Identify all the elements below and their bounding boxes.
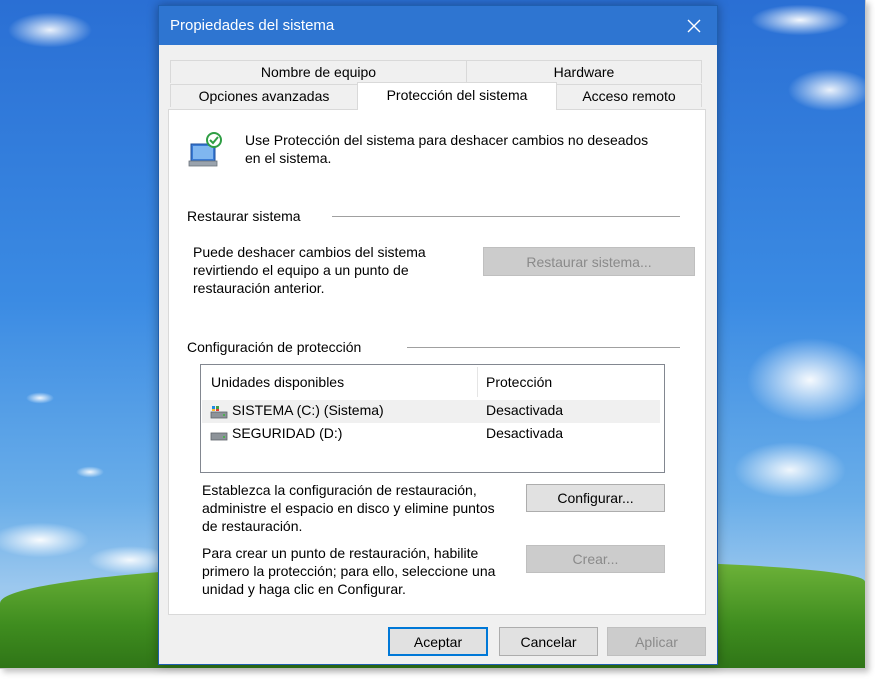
protection-section-heading: Configuración de protección: [187, 339, 362, 355]
button-label: Cancelar: [520, 633, 577, 650]
close-icon: [687, 19, 701, 32]
drive-row-system[interactable]: SISTEMA (C:) (Sistema) Desactivada: [202, 400, 660, 423]
restore-description: Puede deshacer cambios del sistema revir…: [193, 243, 426, 297]
column-header-drives[interactable]: Unidades disponibles: [211, 365, 344, 398]
button-label: Configurar...: [557, 490, 634, 506]
restore-section-heading: Restaurar sistema: [187, 208, 301, 224]
cancel-button[interactable]: Cancelar: [499, 627, 598, 656]
restore-desc-line: Puede deshacer cambios del sistema: [193, 244, 426, 260]
tab-label: Opciones avanzadas: [198, 88, 330, 104]
drive-name: SEGURIDAD (D:): [232, 425, 343, 441]
drives-list[interactable]: Unidades disponibles Protección SISTEMA …: [200, 364, 665, 473]
tab-label: Protección del sistema: [386, 86, 528, 103]
column-separator: [477, 367, 478, 397]
restore-section-divider: [332, 216, 680, 217]
restore-desc-line: revirtiendo el equipo a un punto de: [193, 262, 409, 278]
title-bar[interactable]: Propiedades del sistema: [159, 6, 717, 45]
button-label: Aplicar: [635, 633, 678, 650]
drive-name: SISTEMA (C:) (Sistema): [232, 402, 384, 418]
button-label: Aceptar: [413, 633, 463, 650]
restore-system-button[interactable]: Restaurar sistema...: [483, 247, 695, 276]
create-desc-line: Para crear un punto de restauración, hab…: [202, 545, 479, 561]
window-title: Propiedades del sistema: [170, 17, 335, 34]
configure-desc-line: Establezca la configuración de restaurac…: [202, 482, 477, 498]
create-description: Para crear un punto de restauración, hab…: [202, 544, 495, 598]
create-button[interactable]: Crear...: [526, 545, 665, 573]
system-drive-icon: [210, 406, 228, 419]
configure-desc-line: de restauración.: [202, 518, 303, 534]
intro-text: Use Protección del sistema para deshacer…: [245, 131, 648, 167]
tab-label: Nombre de equipo: [260, 64, 377, 80]
configure-button[interactable]: Configurar...: [526, 484, 665, 512]
configure-desc-line: administre el espacio en disco y elimine…: [202, 500, 495, 516]
close-button[interactable]: [671, 6, 717, 45]
restore-desc-line: restauración anterior.: [193, 280, 325, 296]
button-label: Crear...: [572, 551, 619, 567]
drive-protection-status: Desactivada: [486, 425, 564, 441]
tab-remote-access[interactable]: Acceso remoto: [556, 84, 702, 107]
tab-label: Hardware: [553, 64, 615, 80]
drive-icon: [210, 432, 228, 441]
apply-button[interactable]: Aplicar: [607, 627, 706, 656]
system-protection-icon: [188, 132, 222, 167]
column-header-protection[interactable]: Protección: [486, 365, 552, 398]
tab-hardware[interactable]: Hardware: [466, 60, 702, 83]
ok-button[interactable]: Aceptar: [388, 627, 488, 656]
tab-panel-system-protection: Use Protección del sistema para deshacer…: [168, 109, 706, 615]
drive-protection-status: Desactivada: [486, 402, 564, 418]
create-desc-line: primero la protección; para ello, selecc…: [202, 563, 496, 579]
intro-line: Use Protección del sistema para deshacer…: [245, 132, 649, 148]
system-properties-dialog: Propiedades del sistema Nombre de equipo…: [158, 5, 718, 665]
drive-row-security[interactable]: SEGURIDAD (D:) Desactivada: [202, 423, 660, 446]
tab-computer-name[interactable]: Nombre de equipo: [170, 60, 467, 83]
tab-label: Acceso remoto: [582, 88, 676, 104]
tab-system-protection[interactable]: Protección del sistema: [357, 82, 557, 110]
create-desc-line: unidad y haga clic en Configurar.: [202, 581, 406, 597]
protection-section-divider: [407, 347, 680, 348]
tab-advanced-options[interactable]: Opciones avanzadas: [170, 84, 358, 107]
intro-line: en el sistema.: [245, 150, 332, 166]
button-label: Restaurar sistema...: [526, 253, 652, 270]
configure-description: Establezca la configuración de restaurac…: [202, 481, 495, 535]
